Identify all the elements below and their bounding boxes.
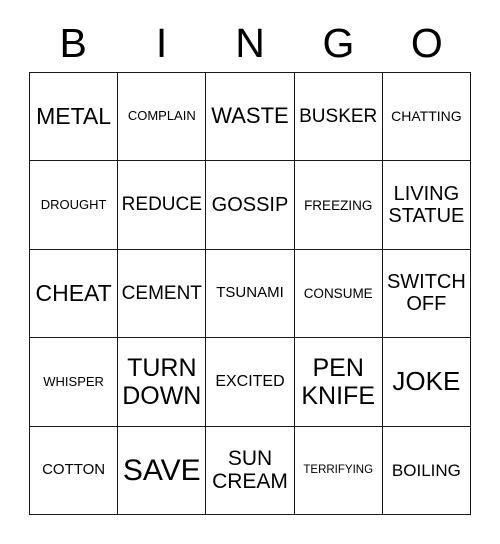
- bingo-cell-label: BOILING: [391, 460, 461, 480]
- header-letter-g: G: [322, 19, 355, 66]
- bingo-cell[interactable]: SWITCH OFF: [382, 249, 471, 339]
- bingo-cell[interactable]: EXCITED: [206, 338, 295, 427]
- bingo-card: B I N G O METAL COMPLAIN WASTE BUSKER CHATTI…: [0, 0, 500, 544]
- bingo-cell[interactable]: LIVING STATUE: [382, 161, 471, 250]
- bingo-cell[interactable]: METAL: [30, 73, 119, 162]
- bingo-cell-label: JOKE: [392, 366, 461, 397]
- header-letter-n: N: [235, 19, 265, 66]
- bingo-cell-label: SWITCH OFF: [386, 271, 466, 316]
- bingo-cell-label: WHISPER: [43, 373, 104, 389]
- bingo-cell[interactable]: SAVE: [118, 426, 207, 515]
- bingo-cell[interactable]: SUN CREAM: [206, 426, 295, 515]
- bingo-cell[interactable]: TURN DOWN: [118, 338, 207, 427]
- bingo-cell-label: REDUCE: [121, 194, 202, 216]
- bingo-cell-label: BUSKER: [299, 106, 378, 128]
- bingo-cell-label: SUN CREAM: [212, 446, 288, 494]
- bingo-cell[interactable]: COMPLAIN: [118, 73, 207, 162]
- bingo-cell[interactable]: CHATTING: [382, 73, 471, 162]
- bingo-cell[interactable]: FREEZING: [294, 161, 383, 250]
- bingo-cell[interactable]: TERRIFYING: [294, 426, 383, 515]
- bingo-cell[interactable]: TSUNAMI: [206, 249, 295, 339]
- bingo-header: B I N G O: [29, 14, 471, 72]
- header-letter-b: B: [59, 19, 87, 66]
- bingo-cell-label: SAVE: [122, 453, 201, 487]
- bingo-cell[interactable]: BOILING: [382, 426, 471, 515]
- bingo-cell-label: CEMENT: [121, 282, 202, 304]
- bingo-cell[interactable]: CEMENT: [118, 249, 207, 339]
- bingo-cell-label: TURN DOWN: [122, 353, 202, 410]
- bingo-cell[interactable]: PEN KNIFE: [294, 338, 383, 427]
- bingo-cell[interactable]: JOKE: [382, 338, 471, 427]
- bingo-cell[interactable]: REDUCE: [118, 161, 207, 250]
- bingo-cell-label: TERRIFYING: [303, 463, 374, 476]
- bingo-cell-label: FREEZING: [304, 197, 373, 213]
- bingo-cell-label: GOSSIP: [211, 193, 289, 216]
- bingo-cell-label: TSUNAMI: [216, 284, 284, 302]
- bingo-cell[interactable]: BUSKER: [294, 73, 383, 162]
- bingo-cell[interactable]: WASTE: [206, 73, 295, 162]
- bingo-cell[interactable]: COTTON: [30, 426, 119, 515]
- header-letter-i: I: [155, 19, 168, 66]
- bingo-cell[interactable]: DROUGHT: [30, 161, 119, 250]
- bingo-cell[interactable]: CONSUME: [294, 249, 383, 339]
- bingo-cell-label: PEN KNIFE: [301, 353, 375, 410]
- bingo-cell-label: COMPLAIN: [127, 108, 196, 124]
- bingo-cell-label: CONSUME: [303, 285, 373, 301]
- bingo-cell-label: WASTE: [211, 103, 289, 129]
- bingo-cell-label: LIVING STATUE: [388, 182, 465, 228]
- bingo-cell[interactable]: CHEAT: [30, 249, 119, 339]
- bingo-cell[interactable]: GOSSIP: [206, 161, 295, 250]
- bingo-cell-label: DROUGHT: [40, 196, 107, 212]
- header-letter-o: O: [410, 19, 443, 66]
- bingo-cell-label: CHATTING: [391, 107, 462, 124]
- bingo-grid: METAL COMPLAIN WASTE BUSKER CHATTING DROUGHT R…: [29, 72, 471, 515]
- bingo-cell-label: CHEAT: [35, 279, 112, 306]
- bingo-cell-label: EXCITED: [215, 372, 285, 390]
- bingo-cell-label: COTTON: [42, 460, 106, 478]
- bingo-cell[interactable]: WHISPER: [30, 338, 119, 427]
- bingo-cell-label: METAL: [36, 102, 112, 129]
